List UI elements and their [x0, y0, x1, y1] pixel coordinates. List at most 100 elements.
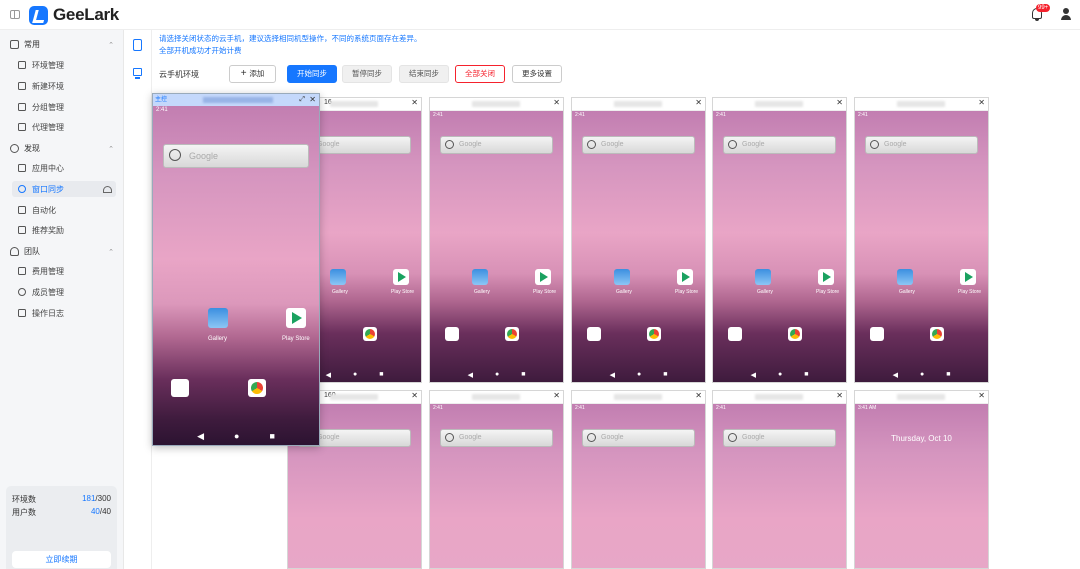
- play-store-icon[interactable]: [960, 269, 976, 285]
- master-control-window[interactable]: 主控 ⤢ ✕ 2:41 Google Gallery Play Store ◀ …: [152, 93, 320, 446]
- play-store-icon[interactable]: [677, 269, 693, 285]
- back-icon[interactable]: ◀: [468, 371, 473, 379]
- cloud-phone-card[interactable]: ✕ 2:41 Google: [571, 390, 706, 569]
- recents-icon[interactable]: ■: [946, 371, 950, 379]
- back-icon[interactable]: ◀: [610, 371, 615, 379]
- close-icon[interactable]: ✕: [836, 98, 843, 107]
- phone-screen[interactable]: 2:41 Google: [713, 404, 846, 568]
- end-sync-button[interactable]: 结束同步: [399, 65, 449, 83]
- cloud-phone-card[interactable]: ✕ 2:41 Google Gallery Play Store ◀ ● ■: [571, 97, 706, 383]
- close-icon[interactable]: ✕: [309, 94, 316, 106]
- gallery-icon[interactable]: [472, 269, 488, 285]
- google-search-widget[interactable]: Google: [163, 144, 309, 168]
- chrome-icon[interactable]: [930, 327, 944, 341]
- close-icon[interactable]: ✕: [836, 391, 843, 400]
- chrome-icon[interactable]: [505, 327, 519, 341]
- monitor-icon[interactable]: [133, 68, 142, 79]
- phone-screen[interactable]: 2:41 Google Gallery Play Store ◀ ● ■: [430, 111, 563, 382]
- play-store-icon[interactable]: [286, 308, 306, 328]
- chrome-icon[interactable]: [788, 327, 802, 341]
- play-store-icon[interactable]: [535, 269, 551, 285]
- nav-group-team[interactable]: 团队 ⌃: [10, 246, 114, 257]
- google-search-widget[interactable]: Google: [865, 136, 978, 154]
- close-icon[interactable]: ✕: [695, 391, 702, 400]
- renew-button[interactable]: 立即续期: [12, 551, 111, 568]
- sidebar-item-proxy[interactable]: 代理管理: [12, 119, 116, 135]
- google-search-widget[interactable]: Google: [582, 429, 695, 447]
- home-button-icon[interactable]: ●: [234, 431, 239, 442]
- home-button-icon[interactable]: ●: [495, 371, 499, 379]
- phone-screen[interactable]: 3:41 AM Thursday, Oct 10: [855, 404, 988, 568]
- master-phone-screen[interactable]: 2:41 Google Gallery Play Store ◀ ● ■: [153, 106, 319, 445]
- google-search-widget[interactable]: Google: [723, 136, 836, 154]
- sidebar-item-logs[interactable]: 操作日志: [12, 305, 116, 321]
- sidebar-item-groups[interactable]: 分组管理: [12, 99, 116, 115]
- close-icon[interactable]: ✕: [978, 391, 985, 400]
- close-icon[interactable]: ✕: [695, 98, 702, 107]
- google-search-widget[interactable]: Google: [582, 136, 695, 154]
- recents-icon[interactable]: ■: [804, 371, 808, 379]
- gallery-icon[interactable]: [897, 269, 913, 285]
- sidebar-item-automation[interactable]: 自动化: [12, 202, 116, 218]
- sidebar-item-billing[interactable]: 费用管理: [12, 263, 116, 279]
- phone-screen[interactable]: 2:41 Google: [572, 404, 705, 568]
- back-icon[interactable]: ◀: [197, 431, 204, 442]
- master-window-header[interactable]: 主控 ⤢ ✕: [153, 94, 319, 106]
- close-icon[interactable]: ✕: [978, 98, 985, 107]
- phone-screen[interactable]: 2:41 Google Gallery Play Store ◀ ● ■: [572, 111, 705, 382]
- google-search-widget[interactable]: Google: [440, 429, 553, 447]
- close-icon[interactable]: ✕: [411, 391, 418, 400]
- home-button-icon[interactable]: ●: [920, 371, 924, 379]
- recents-icon[interactable]: ■: [269, 431, 274, 442]
- back-icon[interactable]: ◀: [751, 371, 756, 379]
- back-icon[interactable]: ◀: [893, 371, 898, 379]
- gallery-icon[interactable]: [755, 269, 771, 285]
- phone-app-icon[interactable]: [171, 379, 189, 397]
- recents-icon[interactable]: ■: [379, 371, 383, 379]
- home-button-icon[interactable]: ●: [637, 371, 641, 379]
- phone-app-icon[interactable]: [870, 327, 884, 341]
- phone-app-icon[interactable]: [587, 327, 601, 341]
- phone-icon[interactable]: [133, 39, 142, 51]
- sidebar-item-env-manage[interactable]: 环境管理: [12, 57, 116, 73]
- pause-sync-button[interactable]: 暂停同步: [342, 65, 392, 83]
- sidebar-item-members[interactable]: 成员管理: [12, 284, 116, 300]
- cloud-phone-card[interactable]: ✕ 2:41 Google: [429, 390, 564, 569]
- gallery-icon[interactable]: [330, 269, 346, 285]
- chrome-icon[interactable]: [363, 327, 377, 341]
- sidebar-item-new-env[interactable]: 新建环境: [12, 78, 116, 94]
- recents-icon[interactable]: ■: [521, 371, 525, 379]
- nav-group-common[interactable]: 常用 ⌃: [10, 39, 114, 50]
- phone-screen[interactable]: 2:41 Google: [430, 404, 563, 568]
- gallery-icon[interactable]: [208, 308, 228, 328]
- nav-group-discover[interactable]: 发现 ⌃: [10, 143, 114, 154]
- cloud-phone-card[interactable]: ✕ 2:41 Google Gallery Play Store ◀ ● ■: [854, 97, 989, 383]
- phone-screen[interactable]: 2:41 Google Gallery Play Store ◀ ● ■: [713, 111, 846, 382]
- add-button[interactable]: + 添加: [229, 65, 276, 83]
- cloud-phone-card[interactable]: ✕ 2:41 Google: [712, 390, 847, 569]
- chrome-icon[interactable]: [647, 327, 661, 341]
- play-store-icon[interactable]: [818, 269, 834, 285]
- home-button-icon[interactable]: ●: [353, 371, 357, 379]
- chrome-icon[interactable]: [248, 379, 266, 397]
- back-icon[interactable]: ◀: [326, 371, 331, 379]
- home-button-icon[interactable]: ●: [778, 371, 782, 379]
- phone-app-icon[interactable]: [445, 327, 459, 341]
- google-search-widget[interactable]: Google: [723, 429, 836, 447]
- close-all-button[interactable]: 全部关闭: [455, 65, 505, 83]
- sidebar-item-referral[interactable]: 推荐奖励: [12, 222, 116, 238]
- user-icon[interactable]: [1061, 8, 1071, 20]
- more-settings-button[interactable]: 更多设置: [512, 65, 562, 83]
- cloud-phone-card[interactable]: ✕ 3:41 AM Thursday, Oct 10: [854, 390, 989, 569]
- close-icon[interactable]: ✕: [411, 98, 418, 107]
- close-icon[interactable]: ✕: [553, 391, 560, 400]
- phone-screen[interactable]: 2:41 Google Gallery Play Store ◀ ● ■: [855, 111, 988, 382]
- expand-icon[interactable]: ⤢: [299, 94, 305, 106]
- recents-icon[interactable]: ■: [663, 371, 667, 379]
- headset-icon[interactable]: [103, 185, 112, 193]
- cloud-phone-card[interactable]: ✕ 2:41 Google Gallery Play Store ◀ ● ■: [429, 97, 564, 383]
- start-sync-button[interactable]: 开始同步: [287, 65, 337, 83]
- google-search-widget[interactable]: Google: [440, 136, 553, 154]
- close-icon[interactable]: ✕: [553, 98, 560, 107]
- gallery-icon[interactable]: [614, 269, 630, 285]
